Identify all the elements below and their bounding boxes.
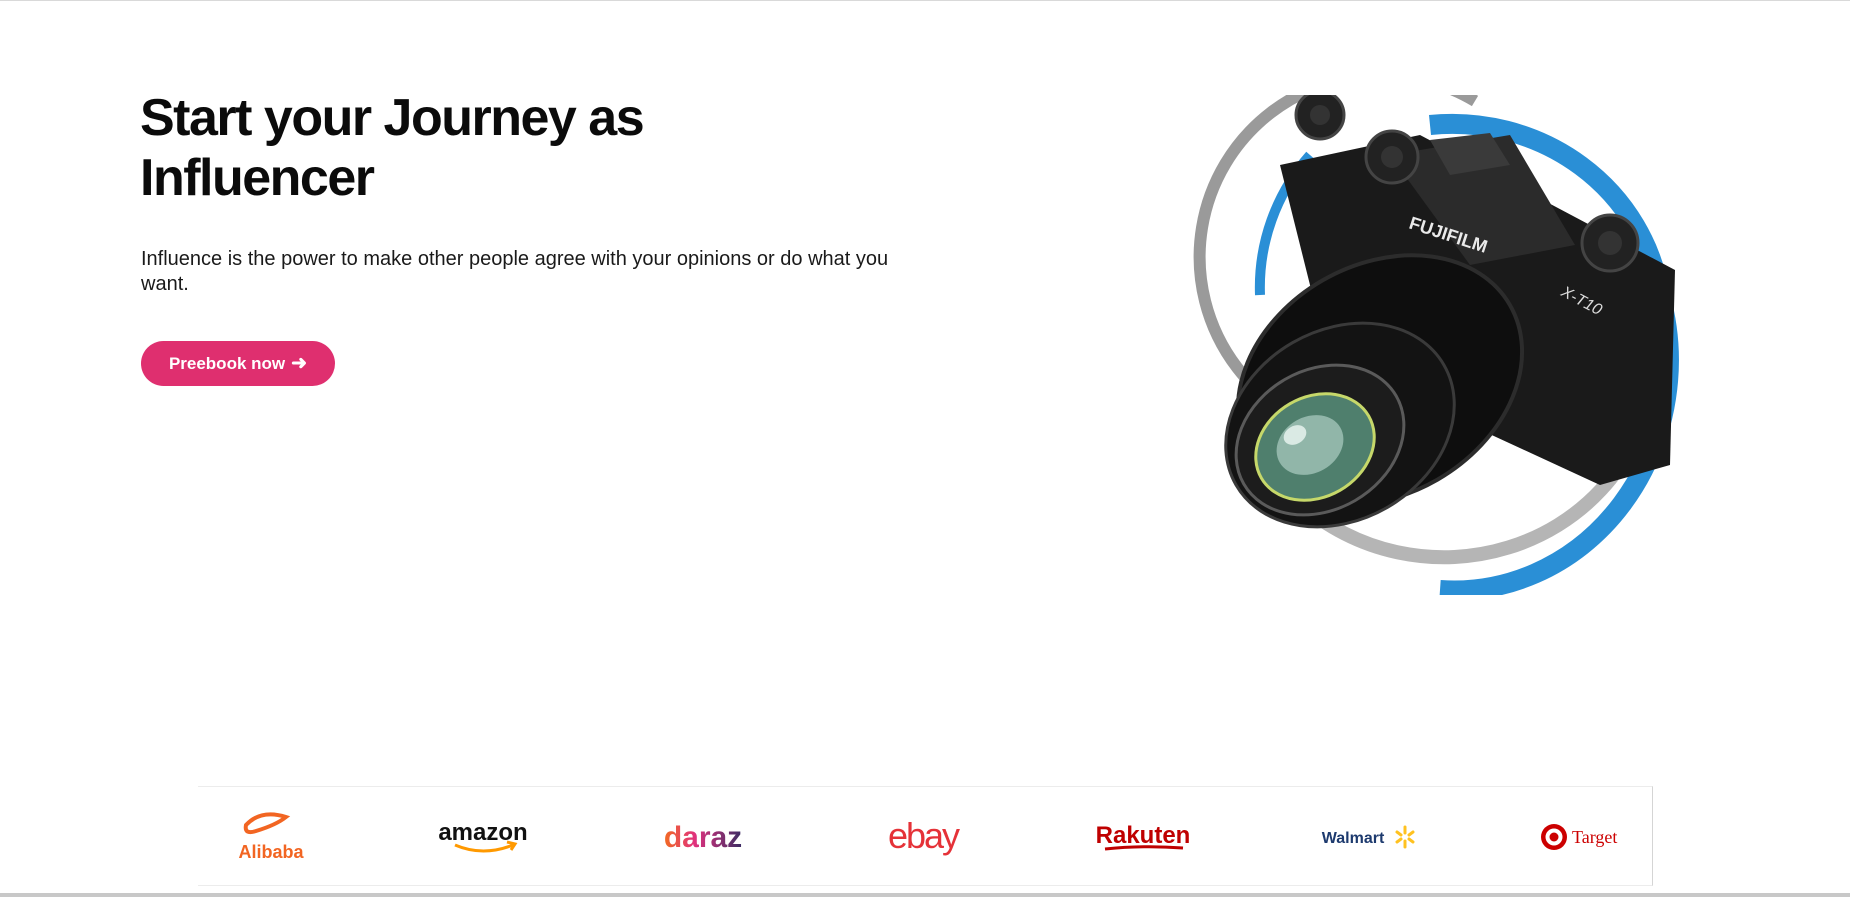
target-logo: Target <box>1541 824 1617 850</box>
walmart-logo: Walmart <box>1322 825 1415 849</box>
svg-text:Alibaba: Alibaba <box>238 842 304 862</box>
hero-subtitle: Influence is the power to make other peo… <box>141 248 889 295</box>
preebook-now-button[interactable]: Preebook now ➜ <box>141 341 335 386</box>
svg-text:Rakuten: Rakuten <box>1096 822 1191 849</box>
rakuten-logo: Rakuten <box>1096 822 1191 851</box>
brand-ebay[interactable]: ebay <box>873 787 973 887</box>
brand-daraz[interactable]: daraz <box>653 787 753 887</box>
cta-label: Preebook now <box>168 353 286 373</box>
daraz-logo: daraz <box>664 821 742 854</box>
svg-text:ebay: ebay <box>888 815 960 856</box>
arrow-right-icon: ➜ <box>291 353 308 374</box>
svg-text:daraz: daraz <box>664 821 742 854</box>
brand-walmart[interactable]: Walmart <box>1313 787 1418 887</box>
hero-title: Start your Journey as Influencer <box>140 89 645 207</box>
svg-text:Walmart: Walmart <box>1322 830 1385 847</box>
amazon-logo: amazon <box>438 819 528 853</box>
alibaba-logo: Alibaba <box>238 812 304 862</box>
brand-amazon[interactable]: amazon <box>428 787 538 887</box>
camera-image: FUJIFILM X-T10 <box>1170 69 1690 601</box>
ebay-logo: ebay <box>888 815 962 856</box>
brand-alibaba[interactable]: Alibaba <box>213 787 328 887</box>
horizontal-scrollbar[interactable] <box>0 893 1850 897</box>
svg-text:Target: Target <box>1572 827 1617 847</box>
svg-text:amazon: amazon <box>438 819 527 846</box>
brands-strip: Alibaba amazon daraz ebay Rakuten Walmar… <box>198 786 1653 886</box>
brand-rakuten[interactable]: Rakuten <box>1093 787 1193 887</box>
brand-target[interactable]: Target <box>1538 787 1638 887</box>
top-border <box>0 0 1850 1</box>
